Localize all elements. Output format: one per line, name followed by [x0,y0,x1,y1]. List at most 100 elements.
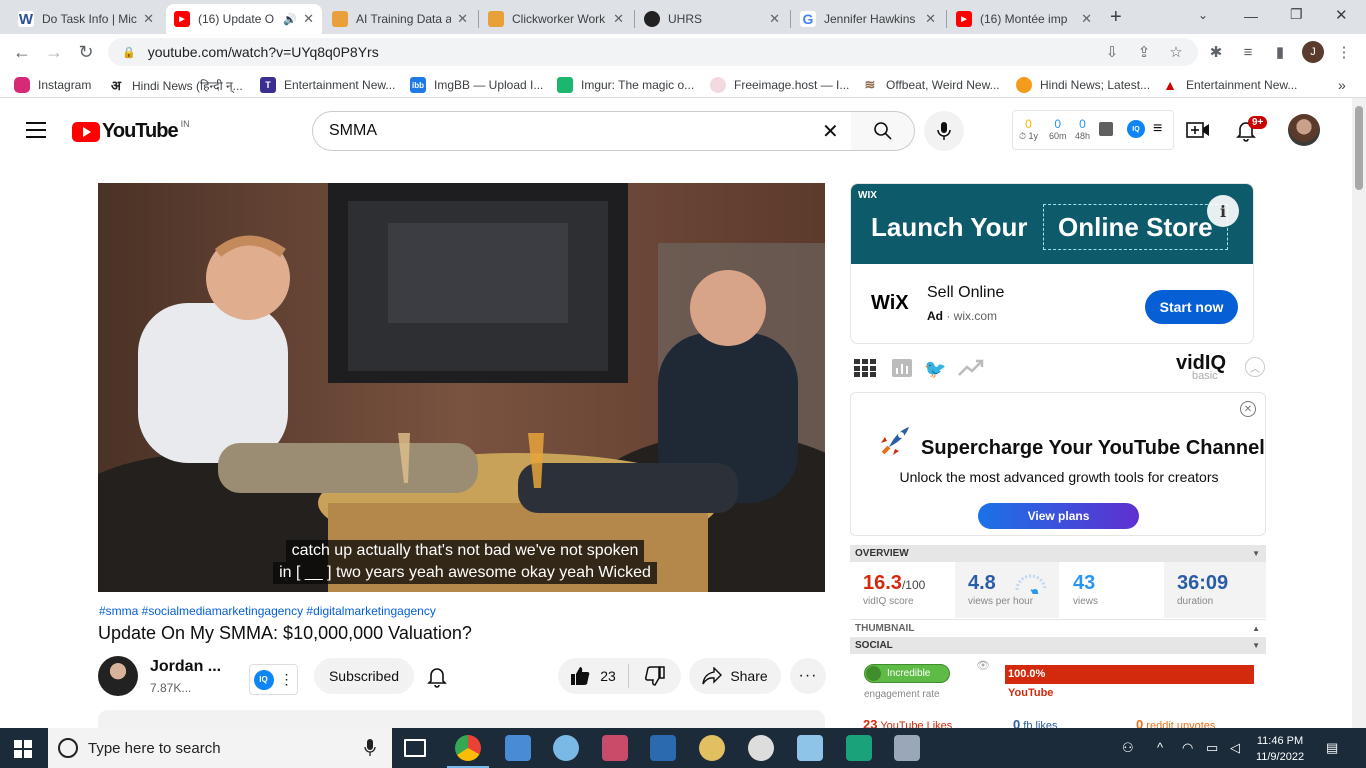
social-section-header[interactable]: SOCIAL ▼ [850,637,1266,654]
app-taskbar-icon-2[interactable] [602,735,628,761]
create-video-button[interactable] [1186,120,1210,140]
ad-start-now-button[interactable]: Start now [1145,290,1238,324]
vidiq-channel-button[interactable]: IQ ⋮ [249,664,298,695]
tab-search-chevron-icon[interactable]: ⌄ [1198,8,1208,22]
overview-section-header[interactable]: OVERVIEW ▼ [850,545,1266,562]
battery-icon[interactable]: ▭ [1206,740,1218,756]
tab-do-task-info[interactable]: W Do Task Info | Mic ✕ [10,4,162,34]
bookmark-imgur[interactable]: Imgur: The magic o... [557,76,694,94]
microphone-icon[interactable] [364,739,376,757]
reload-icon[interactable]: ↻ [74,40,98,64]
close-icon[interactable]: ✕ [769,11,780,27]
notes-taskbar-icon[interactable] [797,735,823,761]
vidiq-icon[interactable]: IQ [1127,120,1145,138]
video-hashtags[interactable]: #smma #socialmediamarketingagency #digit… [99,604,436,618]
app-taskbar-icon-3[interactable] [650,735,676,761]
clear-search-icon[interactable]: ✕ [822,119,839,144]
channel-name[interactable]: Jordan ... [150,658,221,676]
vidiq-menu-icon[interactable]: ≡ [1153,120,1162,138]
tab-youtube-montee[interactable]: ▶ (16) Montée imp ✕ [948,4,1100,34]
ad-title[interactable]: Sell Online [927,284,1004,302]
tab-ai-training-data[interactable]: AI Training Data a ✕ [324,4,476,34]
system-clock[interactable]: 11:46 PM 11/9/2022 [1250,733,1310,765]
share-button[interactable]: Share [689,658,781,694]
account-avatar[interactable] [1288,114,1320,146]
restore-button[interactable]: ❐ [1290,6,1303,23]
eye-icon[interactable]: 👁 [976,659,990,672]
view-plans-button[interactable]: View plans [978,503,1139,529]
wifi-icon[interactable]: ◠ [1182,740,1193,756]
twitter-icon[interactable]: 🐦 [924,359,948,379]
channel-avatar[interactable] [98,656,138,696]
forward-arrow-icon[interactable]: → [42,40,66,64]
vidiq-stats-icon[interactable] [892,359,916,379]
more-actions-button[interactable]: ··· [790,658,826,694]
close-icon[interactable]: ✕ [1240,401,1256,417]
back-arrow-icon[interactable]: ← [10,40,34,64]
trending-icon[interactable] [958,359,984,379]
notification-center-icon[interactable]: ▤ [1326,740,1338,756]
vidiq-grid-icon[interactable] [854,359,878,379]
close-icon[interactable]: ✕ [143,11,154,27]
search-input[interactable]: SMMA [312,111,852,151]
lock-icon[interactable]: 🔒 [122,46,136,59]
windows-start-button[interactable] [14,740,32,758]
extensions-puzzle-icon[interactable]: ✱ [1206,42,1226,62]
paint-taskbar-icon[interactable] [699,735,725,761]
menu-hamburger-icon[interactable] [26,122,46,138]
chrome-menu-icon[interactable]: ⋮ [1334,42,1354,62]
stopwatch-taskbar-icon[interactable] [748,735,774,761]
app-taskbar-icon-1[interactable] [553,735,579,761]
new-tab-button[interactable]: + [1110,6,1122,29]
bookmark-imgbb[interactable]: ibb ImgBB — Upload I... [410,76,543,94]
youtube-logo[interactable]: YouTube IN [72,119,190,143]
tab-youtube-active[interactable]: ▶ (16) Update O 🔊 ✕ [166,4,322,34]
chart-icon[interactable] [1099,122,1113,136]
close-icon[interactable]: ✕ [457,11,468,27]
close-icon[interactable]: ✕ [1081,11,1092,27]
bookmark-entertainment-news[interactable]: T Entertainment New... [260,76,395,94]
thumbnail-section-header[interactable]: THUMBNAIL ▲ [850,619,1266,636]
subscribed-button[interactable]: Subscribed [314,658,414,694]
video-player[interactable] [98,183,825,592]
subscription-bell-button[interactable] [426,664,448,688]
window-close-button[interactable]: ✕ [1335,6,1348,24]
search-button[interactable] [851,111,915,151]
like-button[interactable]: 23 [558,658,628,694]
page-scrollbar-track[interactable] [1352,98,1366,728]
voice-search-button[interactable] [924,111,964,151]
tab-google-search[interactable]: G Jennifer Hawkins ✕ [792,4,944,34]
close-icon[interactable]: ✕ [613,11,624,27]
volume-icon[interactable]: ◁ [1230,740,1240,756]
close-icon[interactable]: ✕ [925,11,936,27]
app-taskbar-icon-5[interactable] [894,735,920,761]
task-view-icon[interactable] [404,739,426,757]
close-icon[interactable]: ✕ [303,11,314,27]
bookmark-freeimage[interactable]: Freeimage.host — I... [710,76,849,94]
bookmark-offbeat-news[interactable]: ≋ Offbeat, Weird New... [862,76,1000,94]
audio-playing-icon[interactable]: 🔊 [283,13,297,26]
taskbar-search-box[interactable]: Type here to search [48,728,392,768]
side-panel-icon[interactable]: ▮ [1270,42,1290,62]
media-control-icon[interactable]: ≡ [1238,42,1258,62]
sidebar-ad-card[interactable]: WIX Launch Your Online Store i WiX Sell … [850,183,1254,344]
tab-clickworker[interactable]: Clickworker Work ✕ [480,4,632,34]
people-icon[interactable]: ⚇ [1122,740,1134,756]
description-box[interactable] [98,710,825,728]
bookmark-hindi-news[interactable]: अ Hindi News (हिन्दी न्... [108,76,243,94]
bookmark-hindi-news-latest[interactable]: Hindi News; Latest... [1016,76,1150,94]
address-bar[interactable]: 🔒 youtube.com/watch?v=UYq8q0P8Yrs [108,38,1198,66]
app-taskbar-icon-4[interactable] [846,735,872,761]
page-scrollbar-thumb[interactable] [1355,106,1363,190]
bookmark-star-icon[interactable]: ☆ [1166,42,1186,62]
profile-avatar[interactable]: J [1302,41,1324,63]
dislike-button[interactable] [629,658,681,694]
ad-info-icon[interactable]: i [1207,195,1239,227]
bookmarks-overflow-button[interactable]: » [1338,76,1346,94]
tab-uhrs[interactable]: UHRS ✕ [636,4,788,34]
share-page-icon[interactable]: ⇪ [1134,42,1154,62]
vidiq-header-stats[interactable]: 0 ⏱ 1y 0 60m 0 48h IQ ≡ [1012,110,1174,150]
ad-banner-image[interactable]: WIX Launch Your Online Store [851,184,1253,264]
bookmark-entertainment-news-2[interactable]: ▲ Entertainment New... [1162,76,1297,94]
tray-chevron-up-icon[interactable]: ^ [1157,740,1163,755]
